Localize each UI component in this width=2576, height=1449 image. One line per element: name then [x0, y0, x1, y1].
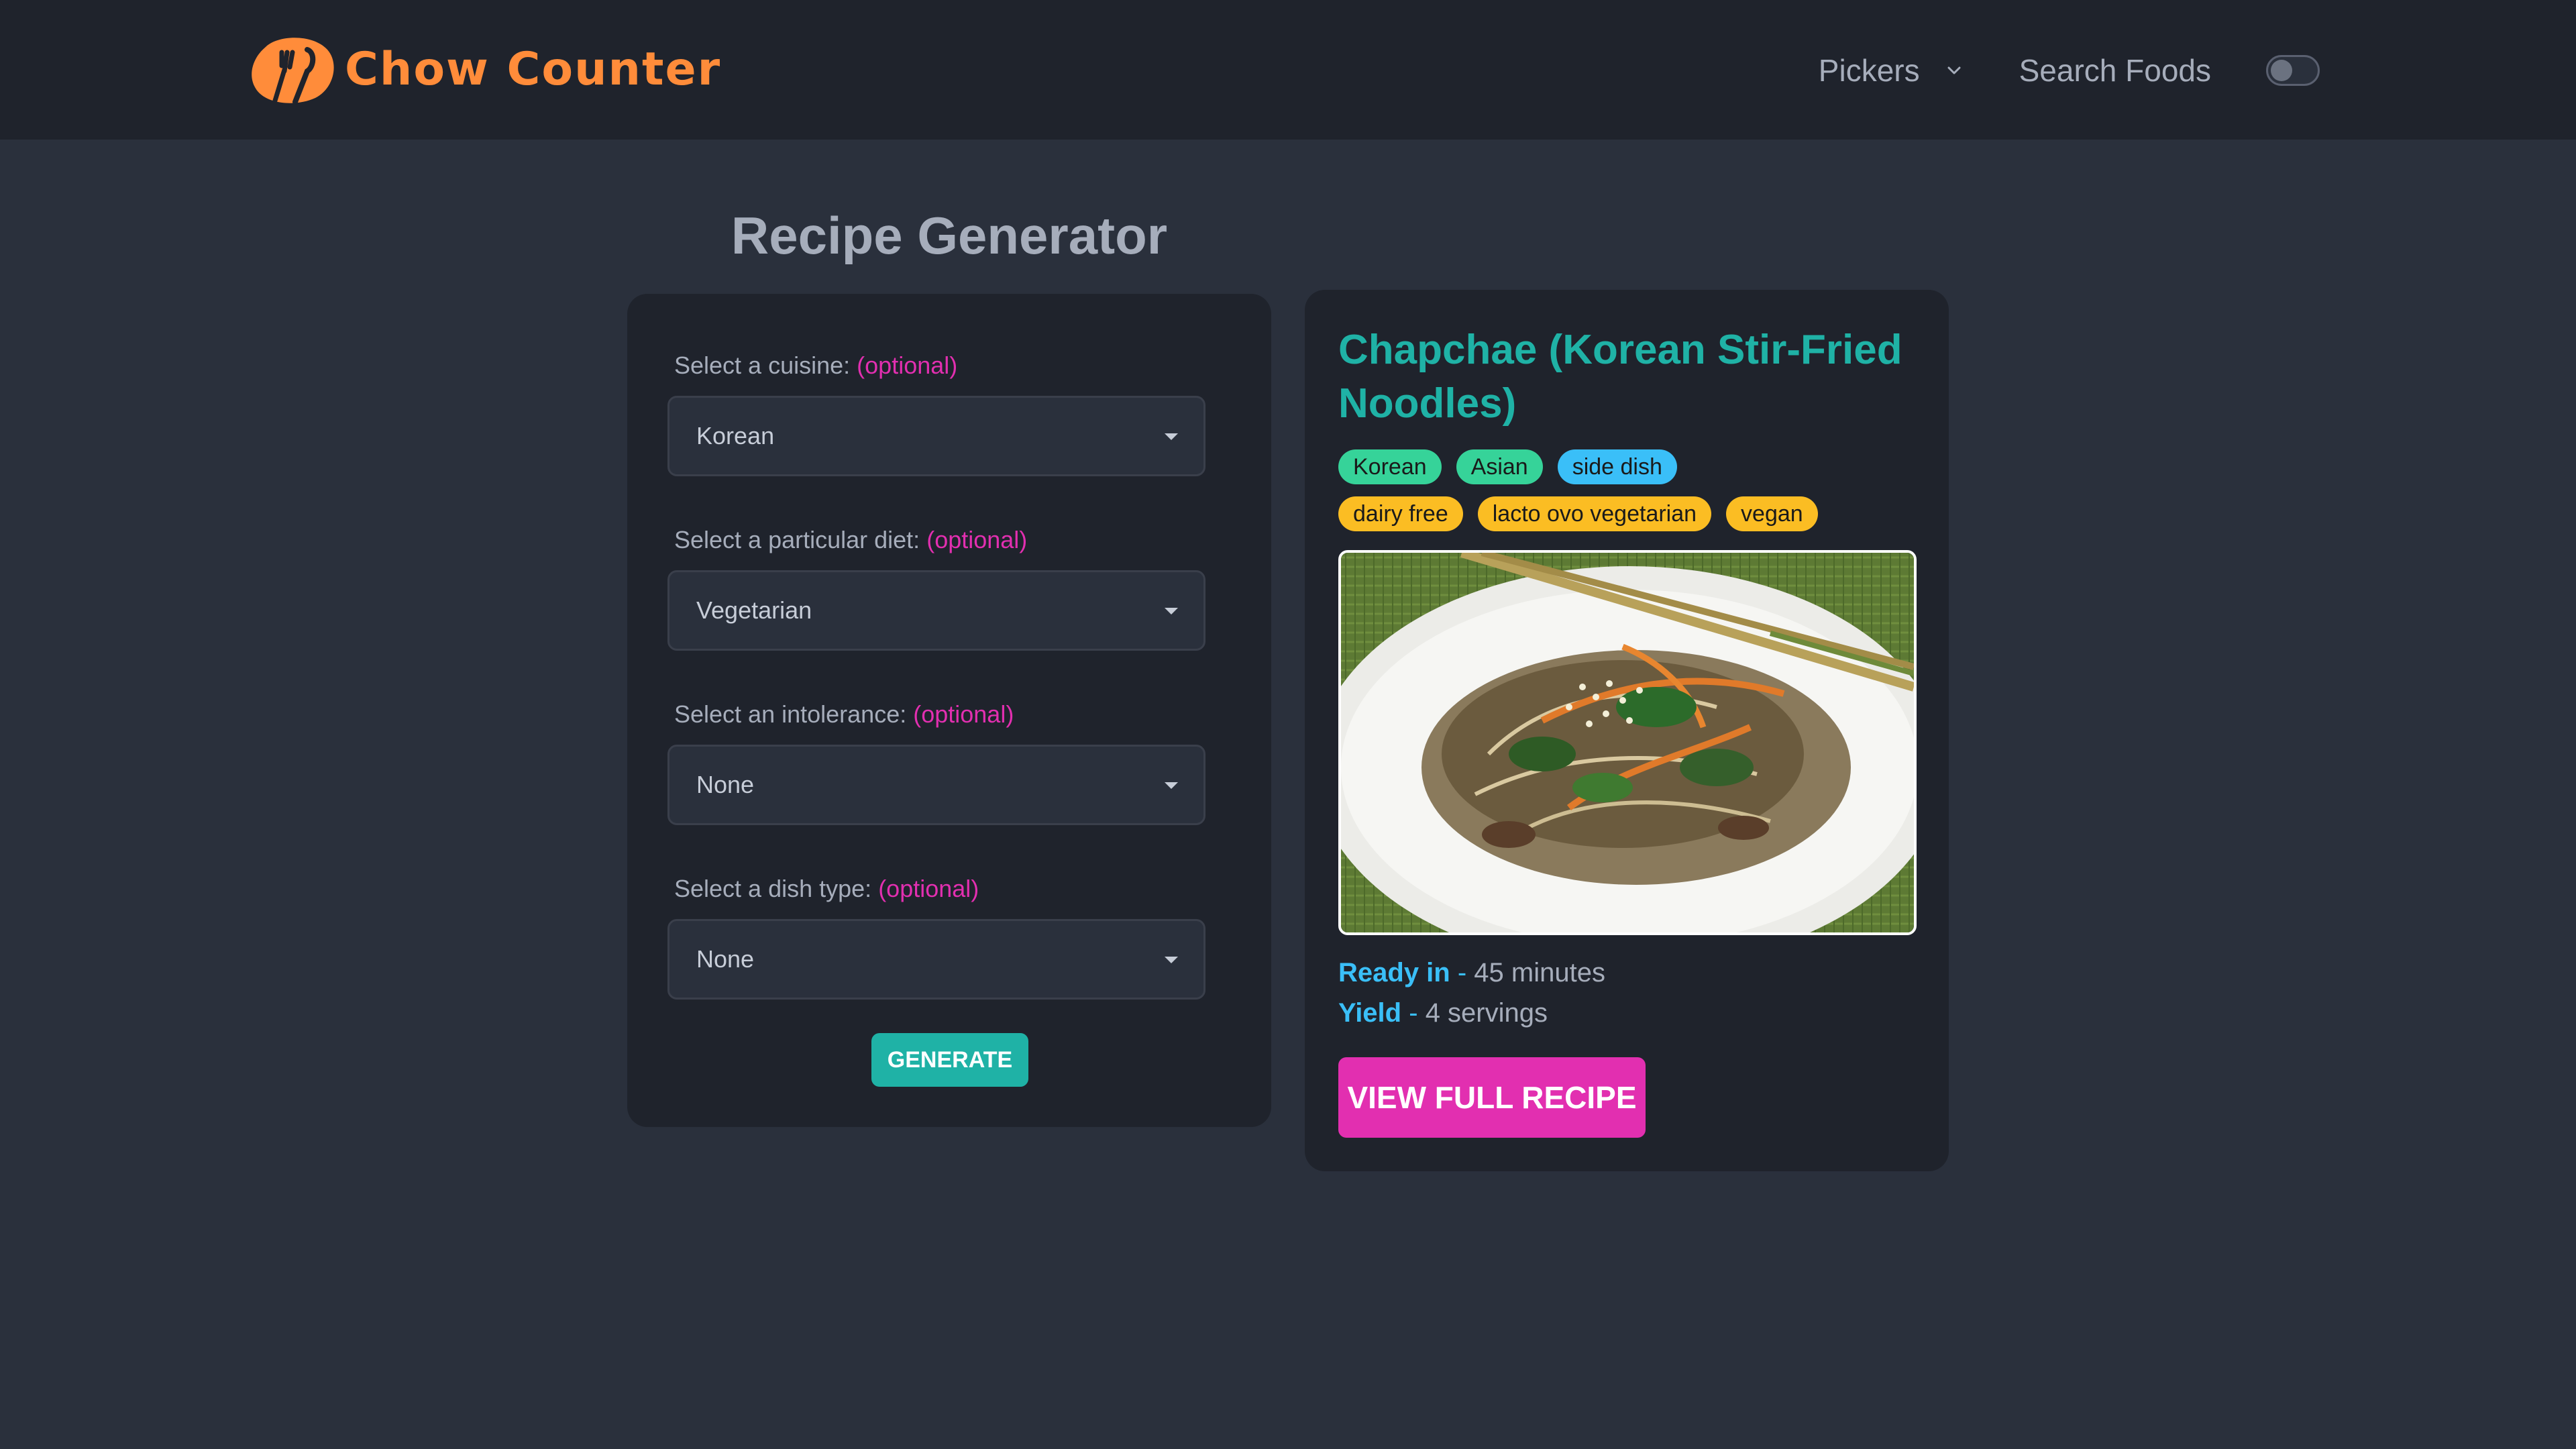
yield-value: 4 servings — [1425, 998, 1548, 1028]
diet-value: Vegetarian — [696, 596, 812, 624]
dish-type-label-text: Select a dish type: — [674, 875, 872, 902]
diet-field: Select a particular diet: (optional) Veg… — [667, 526, 1205, 651]
dish-type-field: Select a dish type: (optional) None — [667, 875, 1205, 1000]
diet-label-text: Select a particular diet: — [674, 526, 920, 553]
intolerance-label: Select an intolerance: (optional) — [674, 700, 1205, 729]
intolerance-select[interactable]: None — [667, 745, 1205, 825]
diet-tag: lacto ovo vegetarian — [1477, 496, 1712, 531]
chevron-down-icon — [1947, 66, 1961, 74]
search-foods-link[interactable]: Search Foods — [2019, 52, 2211, 89]
page-title: Recipe Generator — [731, 206, 1168, 265]
intolerance-label-text: Select an intolerance: — [674, 700, 907, 728]
generate-button[interactable]: GENERATE — [871, 1033, 1028, 1087]
optional-hint: (optional) — [926, 526, 1028, 553]
cuisine-field: Select a cuisine: (optional) Korean — [667, 352, 1205, 476]
brand-name: Chow Counter — [345, 42, 722, 96]
diet-tag: vegan — [1726, 496, 1818, 531]
dish-type-value: None — [696, 945, 755, 973]
recipe-photo — [1338, 550, 1917, 935]
cuisine-label-text: Select a cuisine: — [674, 352, 851, 379]
cuisine-tags: Korean Asian side dish — [1338, 449, 1942, 484]
intolerance-value: None — [696, 771, 755, 798]
dish-type-select[interactable]: None — [667, 919, 1205, 1000]
cuisine-label: Select a cuisine: (optional) — [674, 352, 1205, 380]
diet-tag: dairy free — [1338, 496, 1463, 531]
intolerance-field: Select an intolerance: (optional) None — [667, 700, 1205, 825]
yield-dash: - — [1409, 998, 1418, 1028]
ready-label: Ready in — [1338, 958, 1450, 987]
ready-dash: - — [1457, 958, 1467, 987]
diet-label: Select a particular diet: (optional) — [674, 526, 1205, 554]
ready-value: 45 minutes — [1474, 958, 1605, 987]
caret-down-icon — [1165, 782, 1178, 789]
brand-logo[interactable]: Chow Counter — [246, 32, 721, 106]
pickers-dropdown[interactable]: Pickers — [1819, 52, 1964, 89]
recipe-result-card: Chapchae (Korean Stir-Fried Noodles) Kor… — [1305, 290, 1949, 1171]
recipe-form-card: Select a cuisine: (optional) Korean Sele… — [627, 294, 1271, 1127]
chow-logo-icon — [252, 38, 334, 105]
dish-type-label: Select a dish type: (optional) — [674, 875, 1205, 903]
recipe-title: Chapchae (Korean Stir-Fried Noodles) — [1338, 327, 1902, 427]
dish-type-tag: side dish — [1557, 449, 1677, 484]
ready-time: Ready in - 45 minutes — [1338, 958, 1605, 988]
cuisine-select[interactable]: Korean — [667, 396, 1205, 476]
yield: Yield - 4 servings — [1338, 998, 1548, 1028]
optional-hint: (optional) — [878, 875, 979, 902]
diet-select[interactable]: Vegetarian — [667, 570, 1205, 651]
optional-hint: (optional) — [913, 700, 1014, 728]
recipe-photo-illustration — [1341, 553, 1914, 932]
cuisine-tag: Korean — [1338, 449, 1442, 484]
navbar: Chow Counter Pickers Search Foods — [0, 0, 2576, 140]
view-full-recipe-button[interactable]: VIEW FULL RECIPE — [1338, 1057, 1646, 1138]
caret-down-icon — [1165, 957, 1178, 963]
yield-label: Yield — [1338, 998, 1402, 1028]
pickers-label: Pickers — [1818, 53, 1920, 88]
theme-toggle[interactable] — [2266, 55, 2320, 86]
optional-hint: (optional) — [857, 352, 958, 379]
caret-down-icon — [1165, 608, 1178, 614]
diet-tags: dairy free lacto ovo vegetarian vegan — [1338, 496, 1942, 531]
caret-down-icon — [1165, 433, 1178, 440]
cuisine-tag: Asian — [1456, 449, 1543, 484]
nav-menu: Pickers Search Foods — [1819, 40, 2320, 101]
toggle-knob — [2271, 60, 2292, 81]
cuisine-value: Korean — [696, 422, 775, 449]
